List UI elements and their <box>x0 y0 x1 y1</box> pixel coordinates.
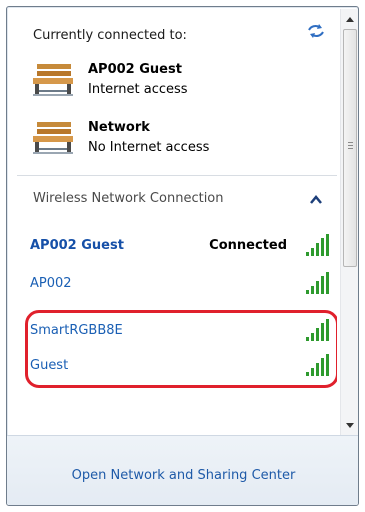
scroll-up-button[interactable] <box>341 11 358 27</box>
refresh-network-icon[interactable] <box>307 24 325 38</box>
network-name: AP002 Guest <box>30 238 124 253</box>
triangle-up-icon <box>346 16 354 22</box>
signal-bars-icon <box>306 272 329 294</box>
scroll-thumb[interactable] <box>343 29 357 267</box>
connection-status: No Internet access <box>88 140 210 155</box>
scroll-down-button[interactable] <box>341 417 358 433</box>
network-item-ap002-guest[interactable]: AP002 Guest Connected <box>27 232 329 262</box>
network-status: Connected <box>209 238 287 253</box>
section-divider <box>17 175 337 176</box>
partially-hidden-row <box>33 428 333 434</box>
network-name: AP002 <box>30 276 72 291</box>
connection-status: Internet access <box>88 82 188 97</box>
network-item-ap002[interactable]: AP002 <box>27 270 329 300</box>
flyout-footer: Open Network and Sharing Center <box>7 435 358 505</box>
open-network-sharing-center-link[interactable]: Open Network and Sharing Center <box>7 468 358 483</box>
highlight-annotation <box>25 310 337 388</box>
flyout-content: Currently connected to: AP002 Guest Inte… <box>7 7 337 435</box>
triangle-down-icon <box>346 422 354 428</box>
bench-network-icon <box>33 64 73 96</box>
currently-connected-label: Currently connected to: <box>33 28 187 43</box>
signal-bars-icon <box>306 234 329 256</box>
wireless-section-title: Wireless Network Connection <box>33 191 224 206</box>
bench-network-icon <box>33 122 73 154</box>
chevron-up-icon[interactable] <box>310 195 322 204</box>
connection-network: Network No Internet access <box>31 120 331 164</box>
connection-ap002-guest: AP002 Guest Internet access <box>31 62 331 106</box>
connection-name: Network <box>88 120 150 135</box>
network-flyout: Currently connected to: AP002 Guest Inte… <box>6 6 359 506</box>
scrollbar[interactable] <box>340 9 358 435</box>
connection-name: AP002 Guest <box>88 62 182 77</box>
